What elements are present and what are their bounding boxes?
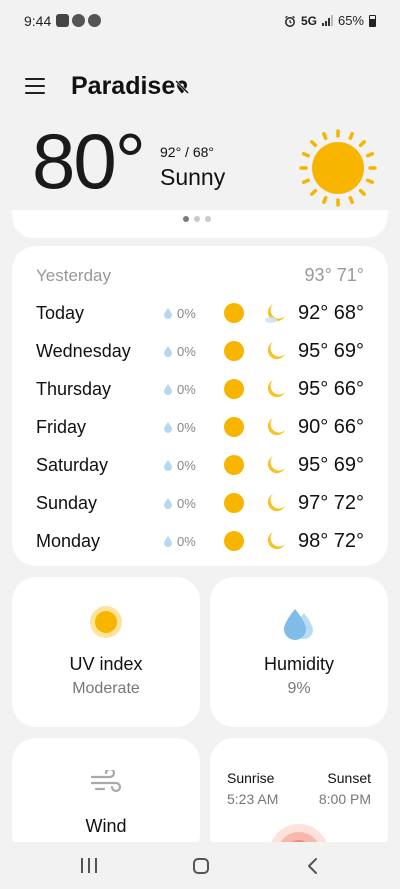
sunset-time: 8:00 PM [318, 791, 371, 807]
network-type: 5G [300, 13, 317, 28]
weather-condition: Sunny [160, 164, 226, 190]
humidity-tile[interactable]: Humidity 9% [210, 577, 388, 727]
high-low: 95° 69° [297, 340, 364, 362]
page-dot [205, 216, 211, 222]
battery-percent: 65% [337, 13, 364, 28]
raindrop-icon [164, 422, 172, 433]
status-time: 9:44 [24, 13, 52, 29]
day-name: Sunday [36, 493, 98, 513]
high-low: 97° 72° [297, 492, 364, 514]
location-off-icon [175, 80, 189, 94]
day-name: Monday [36, 531, 101, 551]
sunset-label: Sunset [327, 770, 371, 786]
uv-index-value: Moderate [72, 680, 140, 697]
day-name: Today [36, 303, 85, 323]
day-name: Thursday [36, 379, 112, 399]
uv-sun-icon [90, 606, 122, 638]
uv-index-tile[interactable]: UV index Moderate [12, 577, 200, 727]
precip-chance: 0% [177, 534, 196, 549]
city-name: Paradise [71, 72, 176, 100]
status-right: 5G 65% [284, 13, 376, 28]
sun-icon [224, 455, 244, 475]
raindrop-icon [164, 308, 172, 319]
precip-chance: 0% [177, 496, 196, 511]
humidity-title: Humidity [263, 654, 334, 674]
uv-index-title: UV index [69, 654, 143, 674]
battery-icon [369, 14, 376, 27]
precip-chance: 0% [177, 344, 196, 359]
daily-forecast-card[interactable]: Yesterday 93° 71° Today 0% 92° 68° Wedne… [12, 246, 388, 566]
forecast-row[interactable]: Thursday 0% 95° 66° [12, 374, 388, 404]
day-name: Saturday [36, 455, 109, 475]
sunrise-time: 5:23 AM [227, 791, 279, 807]
alarm-icon [285, 15, 295, 27]
wind-icon [90, 770, 122, 793]
moon-cloud-icon [265, 304, 285, 323]
page-indicator [183, 216, 211, 222]
moon-icon [267, 494, 285, 512]
raindrop-icon [164, 498, 172, 509]
forecast-row[interactable]: Sunday 0% 97° 72° [12, 488, 388, 518]
moon-icon [267, 456, 285, 474]
notification-icons [56, 14, 101, 27]
sun-icon [224, 341, 244, 361]
page-dot [183, 216, 189, 222]
recent-apps-button[interactable] [81, 858, 97, 874]
current-weather[interactable]: 80° 92° / 68° Sunny [0, 118, 400, 218]
precip-chance: 0% [177, 382, 196, 397]
wind-tile[interactable]: Wind [12, 738, 200, 858]
forecast-row[interactable]: Wednesday 0% 95° 69° [12, 336, 388, 366]
day-name: Friday [36, 417, 87, 437]
high-low: 95° 66° [297, 378, 364, 400]
status-bar: 9:44 5G 65% [0, 0, 400, 42]
sun-icon [224, 303, 244, 323]
raindrop-icon [164, 460, 172, 471]
moon-icon [267, 418, 285, 436]
ring-app-icon [56, 14, 69, 27]
day-name: Wednesday [36, 341, 131, 361]
app-header: Paradise [0, 66, 400, 110]
app-notification-icon [72, 14, 85, 27]
signal-icon [321, 15, 333, 26]
high-low: 98° 72° [297, 530, 364, 552]
moon-icon [267, 532, 285, 550]
home-button[interactable] [193, 858, 209, 874]
high-low: 92° 68° [297, 302, 364, 324]
high-low: 90° 66° [297, 416, 364, 438]
forecast-row[interactable]: Today 0% 92° 68° [12, 298, 388, 328]
sunrise-sunset-tile[interactable]: Sunrise 5:23 AM Sunset 8:00 PM [210, 738, 388, 862]
raindrop-icon [164, 346, 172, 357]
raindrop-icon [164, 536, 172, 547]
system-nav-bar [0, 842, 400, 889]
sun-icon [224, 379, 244, 399]
raindrop-icon [164, 384, 172, 395]
sun-icon [224, 531, 244, 551]
humidity-value: 9% [287, 680, 311, 697]
humidity-drops-icon [284, 609, 313, 640]
precip-chance: 0% [177, 420, 196, 435]
sun-icon [299, 129, 377, 207]
hourly-card-edge [12, 210, 388, 238]
yesterday-label: Yesterday [36, 266, 111, 285]
moon-icon [267, 342, 285, 360]
precip-chance: 0% [177, 458, 196, 473]
current-temperature: 80° [32, 117, 146, 205]
wind-title: Wind [85, 816, 127, 836]
forecast-row[interactable]: Saturday 0% 95° 69° [12, 450, 388, 480]
forecast-row[interactable]: Friday 0% 90° 66° [12, 412, 388, 442]
back-button[interactable] [305, 857, 321, 875]
precip-chance: 0% [177, 306, 196, 321]
moon-icon [267, 380, 285, 398]
page-dot [194, 216, 200, 222]
yesterday-temps: 93° 71° [304, 265, 364, 285]
high-low-temperature: 92° / 68° [160, 144, 215, 160]
sun-icon [224, 493, 244, 513]
high-low: 95° 69° [297, 454, 364, 476]
sun-icon [224, 417, 244, 437]
forecast-row[interactable]: Monday 0% 98° 72° [12, 526, 388, 556]
app-notification-icon [88, 14, 101, 27]
sunrise-label: Sunrise [227, 770, 275, 786]
menu-icon[interactable] [25, 78, 45, 96]
